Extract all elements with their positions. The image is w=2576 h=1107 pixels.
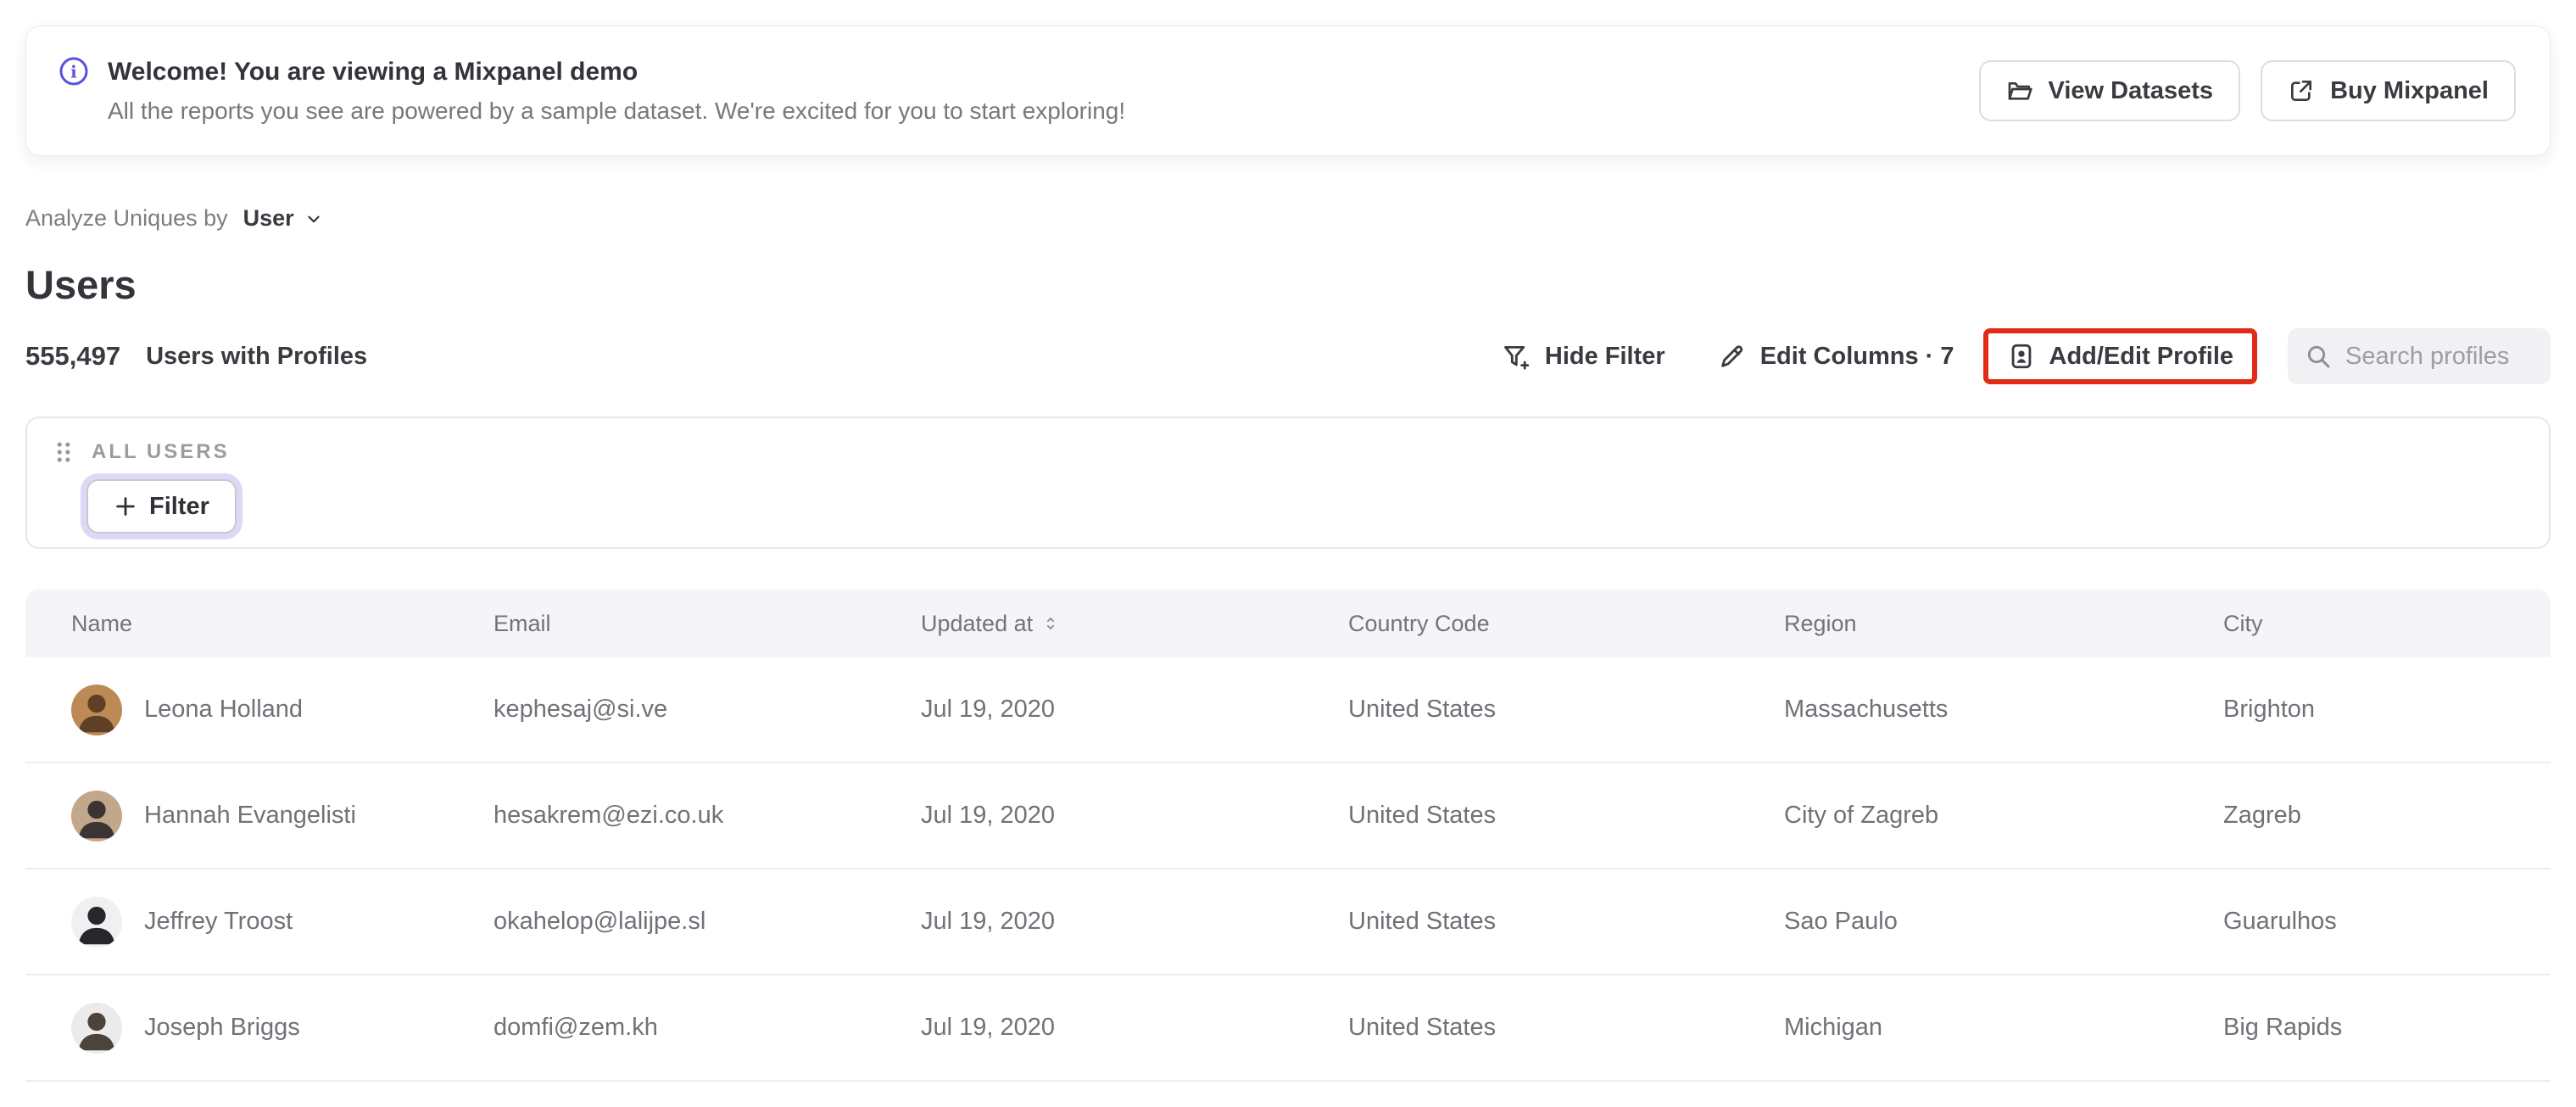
user-city: Brighton (2223, 696, 2316, 723)
welcome-banner: i Welcome! You are viewing a Mixpanel de… (25, 25, 2551, 156)
user-updated-at: Jul 19, 2020 (921, 908, 1056, 935)
count-toolbar: 555,497 Users with Profiles Hide Filter (25, 328, 2551, 384)
banner-actions: View Datasets Buy Mixpanel (1978, 60, 2516, 121)
table-row[interactable]: Leona Holland kephesaj@si.ve Jul 19, 202… (25, 657, 2551, 763)
user-region: Sao Paulo (1784, 908, 1898, 935)
hide-filter-label: Hide Filter (1544, 342, 1665, 370)
user-updated-at: Jul 19, 2020 (921, 696, 1056, 723)
table-row[interactable]: Joseph Briggs domfi@zem.kh Jul 19, 2020 … (25, 976, 2551, 1082)
search-profiles-box[interactable] (2288, 328, 2551, 384)
chevron-down-icon (304, 210, 323, 228)
toolbar: Hide Filter Edit Columns · 7 Add/Edit Pr… (1503, 328, 2551, 384)
add-edit-profile-button[interactable]: Add/Edit Profile (2007, 342, 2234, 371)
annotation-highlight-box: Add/Edit Profile (1982, 328, 2257, 384)
view-datasets-label: View Datasets (2048, 76, 2214, 104)
analyze-by-label: Analyze Uniques by (25, 205, 228, 231)
user-country-code: United States (1348, 802, 1497, 829)
page-title: Users (25, 262, 137, 307)
user-region: Massachusetts (1784, 696, 1949, 723)
table-header: Name Email Updated at Country Code Regio… (25, 590, 2551, 657)
user-name-cell: Jeffrey Troost (71, 896, 493, 948)
plus-icon (114, 495, 137, 518)
view-datasets-button[interactable]: View Datasets (1978, 60, 2241, 121)
column-header-updated-at[interactable]: Updated at (921, 611, 1348, 637)
user-name-cell: Joseph Briggs (71, 1002, 493, 1054)
user-name: Joseph Briggs (144, 1014, 300, 1041)
user-email: okahelop@lalijpe.sl (493, 908, 706, 935)
external-link-icon (2288, 77, 2315, 104)
svg-text:i: i (70, 63, 76, 82)
avatar (71, 790, 122, 841)
filter-group-label: ALL USERS (92, 440, 230, 463)
funnel-plus-icon (1503, 342, 1531, 371)
users-table: Name Email Updated at Country Code Regio… (25, 590, 2551, 1082)
user-updated-at: Jul 19, 2020 (921, 802, 1056, 829)
user-name-cell: Leona Holland (71, 684, 493, 735)
avatar (71, 1002, 122, 1054)
id-badge-icon (2007, 342, 2036, 371)
user-name-cell: Hannah Evangelisti (71, 790, 493, 841)
pencil-icon (1718, 342, 1747, 371)
user-name: Hannah Evangelisti (144, 802, 356, 829)
search-profiles-input[interactable] (2344, 341, 2534, 372)
column-header-city[interactable]: City (2223, 611, 2551, 637)
user-country-code: United States (1348, 1014, 1497, 1041)
user-city: Big Rapids (2223, 1014, 2343, 1041)
buy-mixpanel-label: Buy Mixpanel (2330, 76, 2489, 104)
profiles-count-label: Users with Profiles (146, 342, 368, 370)
filter-panel: ALL USERS Filter (25, 417, 2551, 549)
add-filter-button[interactable]: Filter (86, 479, 237, 534)
avatar (71, 684, 122, 735)
user-region: City of Zagreb (1784, 802, 1939, 829)
user-updated-at: Jul 19, 2020 (921, 1014, 1056, 1041)
profiles-count: 555,497 (25, 341, 121, 371)
user-country-code: United States (1348, 696, 1497, 723)
user-email: domfi@zem.kh (493, 1014, 658, 1041)
analyze-by-value: User (243, 205, 294, 231)
drag-handle-icon[interactable] (54, 440, 73, 464)
buy-mixpanel-button[interactable]: Buy Mixpanel (2261, 60, 2516, 121)
user-city: Zagreb (2223, 802, 2301, 829)
user-email: kephesaj@si.ve (493, 696, 668, 723)
users-page: i Welcome! You are viewing a Mixpanel de… (0, 0, 2576, 1107)
table-row[interactable]: Hannah Evangelisti hesakrem@ezi.co.uk Ju… (25, 763, 2551, 869)
user-email: hesakrem@ezi.co.uk (493, 802, 724, 829)
search-icon (2305, 343, 2332, 370)
banner-subtitle: All the reports you see are powered by a… (108, 98, 1126, 124)
info-circle-icon: i (59, 56, 89, 87)
column-header-country-code[interactable]: Country Code (1348, 611, 1784, 637)
add-edit-profile-label: Add/Edit Profile (2049, 342, 2234, 370)
analyze-by-row: Analyze Uniques by User (25, 205, 2551, 232)
column-header-name[interactable]: Name (71, 611, 493, 637)
analyze-by-select[interactable]: User (243, 205, 323, 232)
hide-filter-button[interactable]: Hide Filter (1503, 342, 1665, 371)
user-region: Michigan (1784, 1014, 1883, 1041)
table-body: Leona Holland kephesaj@si.ve Jul 19, 202… (25, 657, 2551, 1082)
user-name: Leona Holland (144, 696, 304, 723)
column-header-region[interactable]: Region (1784, 611, 2223, 637)
banner-message: i Welcome! You are viewing a Mixpanel de… (59, 56, 1125, 126)
banner-title: Welcome! You are viewing a Mixpanel demo (108, 58, 638, 86)
avatar (71, 896, 122, 948)
user-country-code: United States (1348, 908, 1497, 935)
add-filter-label: Filter (149, 492, 209, 520)
edit-columns-button[interactable]: Edit Columns · 7 (1718, 342, 1954, 371)
user-city: Guarulhos (2223, 908, 2337, 935)
column-header-email[interactable]: Email (493, 611, 921, 637)
table-row[interactable]: Jeffrey Troost okahelop@lalijpe.sl Jul 1… (25, 869, 2551, 976)
sort-arrows-icon[interactable] (1041, 614, 1060, 633)
user-name: Jeffrey Troost (144, 908, 293, 935)
edit-columns-label: Edit Columns · 7 (1759, 342, 1954, 370)
folder-icon (2006, 77, 2033, 104)
